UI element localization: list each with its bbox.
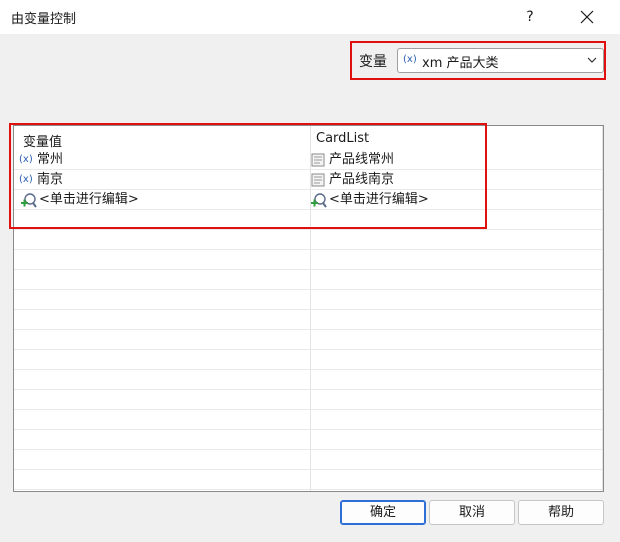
value-cell-add[interactable]: <单击进行编辑> [19, 191, 139, 209]
empty-row [14, 290, 602, 310]
column-header-value[interactable]: 变量值 [23, 131, 62, 150]
variable-card-grid: 变量值 CardList (x) 常州 产品线常州 (x) 南京 产品线南京 <单击… [13, 125, 604, 492]
title-help-button[interactable]: ? [515, 3, 545, 31]
dialog-title: 由变量控制 [11, 12, 77, 27]
chevron-down-icon [587, 57, 597, 63]
variable-select[interactable]: (x) xm 产品大类 [397, 48, 604, 73]
empty-row [14, 390, 602, 410]
variable-icon: (x) [19, 154, 33, 165]
card-text: 产品线常州 [329, 152, 395, 167]
card-edit-placeholder: <单击进行编辑> [329, 192, 429, 207]
help-button[interactable]: 帮助 [518, 500, 604, 525]
table-row[interactable]: <单击进行编辑> <单击进行编辑> [14, 190, 602, 210]
empty-row [14, 450, 602, 470]
magnifier-add-icon [309, 191, 329, 209]
cancel-button[interactable]: 取消 [429, 500, 515, 525]
value-edit-placeholder: <单击进行编辑> [39, 192, 139, 207]
empty-row [14, 370, 602, 390]
variable-icon: (x) [19, 174, 33, 185]
question-icon: ? [526, 9, 534, 25]
empty-row [14, 250, 602, 270]
empty-row [14, 330, 602, 350]
table-row[interactable]: (x) 南京 产品线南京 [14, 170, 602, 190]
document-icon [309, 151, 329, 169]
table-row[interactable]: (x) 常州 产品线常州 [14, 150, 602, 170]
value-cell[interactable]: (x) 南京 [19, 171, 63, 189]
empty-row [14, 310, 602, 330]
magnifier-add-icon [19, 191, 39, 209]
dialog-window: 由变量控制 ? 变量 (x) xm 产品大类 变量值 CardList (x) 常… [0, 0, 620, 542]
variable-icon: (x) [403, 54, 417, 65]
document-icon [309, 171, 329, 189]
empty-row [14, 350, 602, 370]
card-cell[interactable]: 产品线南京 [309, 171, 394, 189]
grid-right-edge [602, 126, 603, 491]
card-cell[interactable]: 产品线常州 [309, 151, 394, 169]
title-bar: 由变量控制 ? [0, 0, 620, 34]
empty-row [14, 230, 602, 250]
card-text: 产品线南京 [329, 172, 395, 187]
value-text: 南京 [37, 172, 64, 187]
value-text: 常州 [37, 152, 64, 167]
empty-row [14, 210, 602, 230]
value-cell[interactable]: (x) 常州 [19, 151, 63, 169]
variable-selected-value: xm 产品大类 [422, 56, 499, 71]
close-icon [580, 10, 594, 24]
card-cell-add[interactable]: <单击进行编辑> [309, 191, 429, 209]
column-header-cardlist[interactable]: CardList [316, 131, 369, 146]
empty-row [14, 470, 602, 490]
close-button[interactable] [571, 3, 603, 31]
ok-button[interactable]: 确定 [340, 500, 426, 525]
empty-row [14, 430, 602, 450]
variable-label: 变量 [359, 54, 387, 70]
empty-row [14, 410, 602, 430]
empty-row [14, 270, 602, 290]
